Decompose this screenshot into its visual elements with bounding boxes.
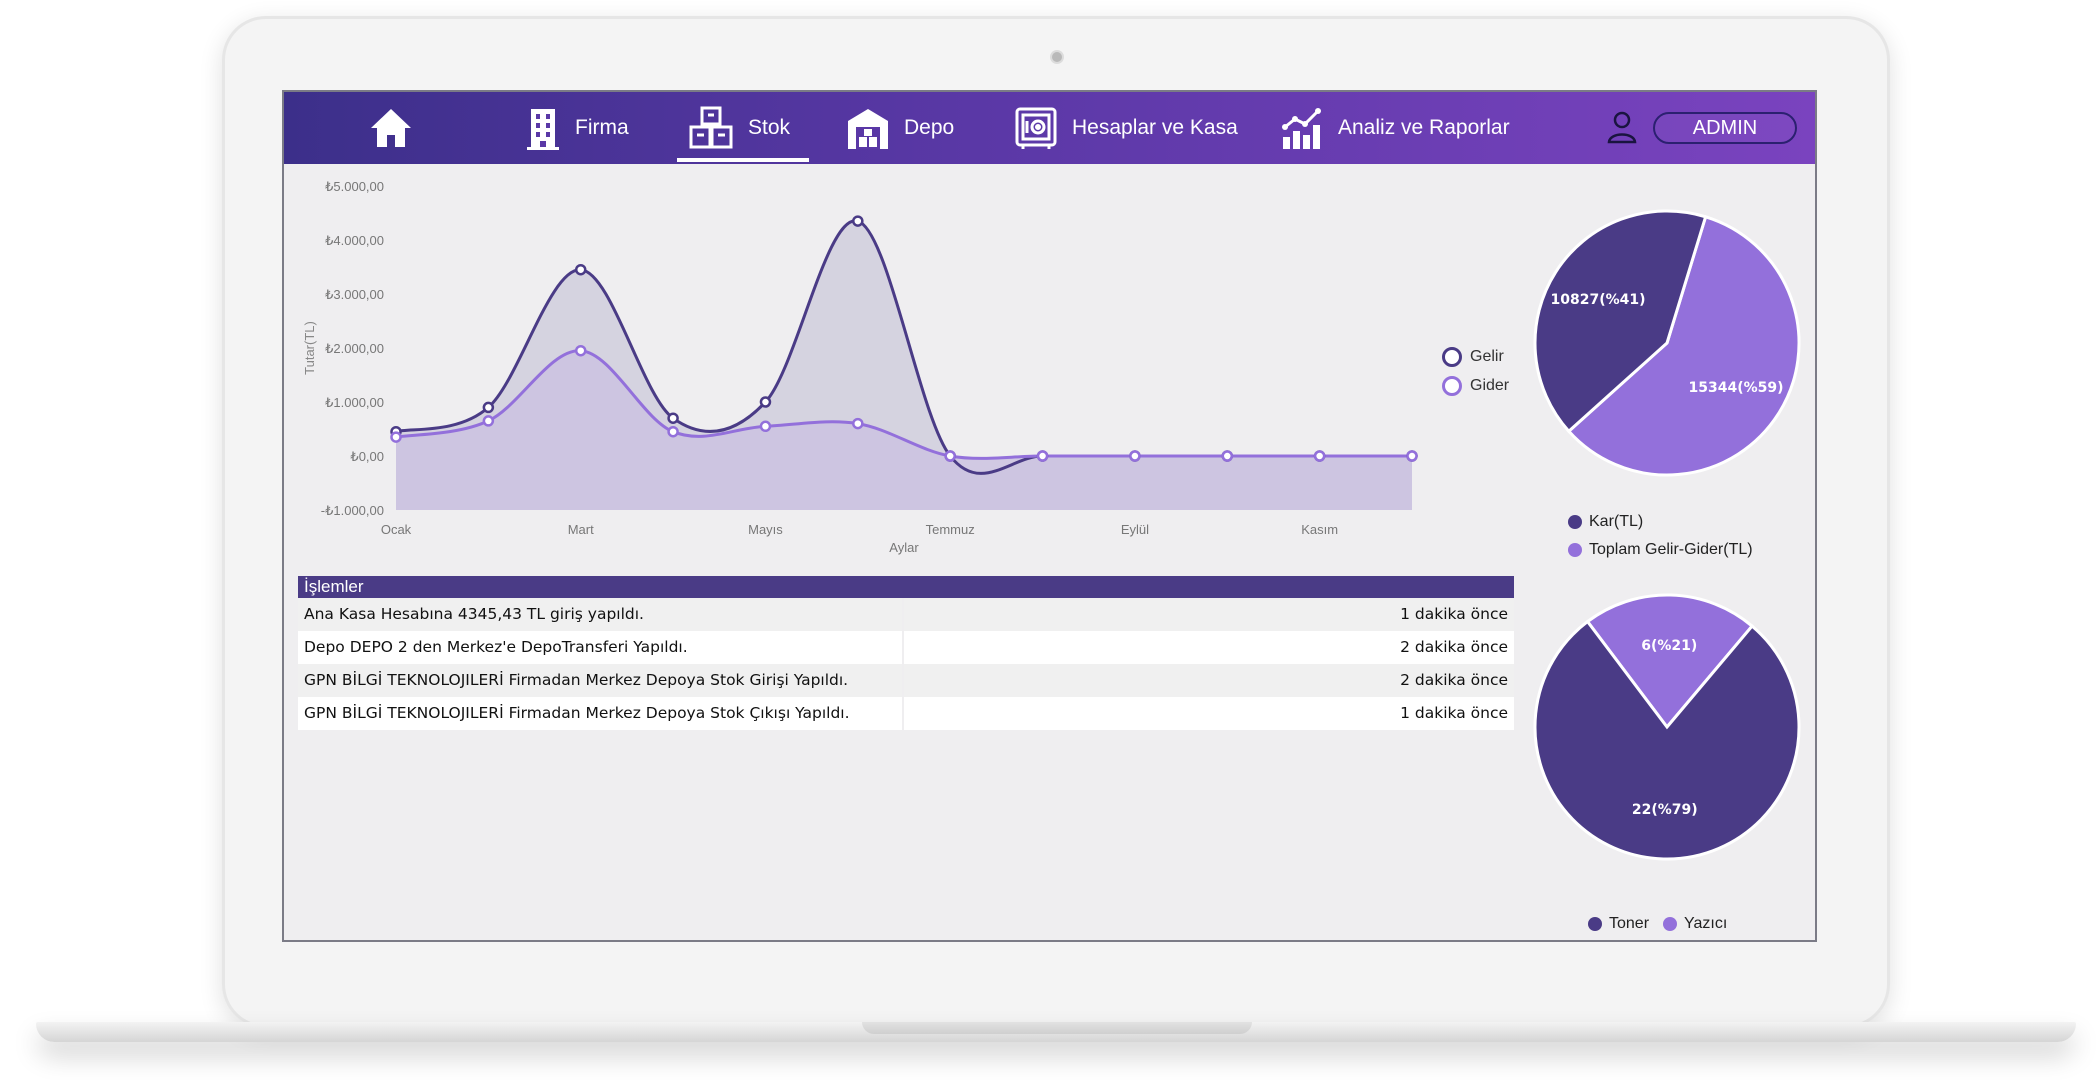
profit-pie-chart: 15344(%59) 10827(%41): [1533, 209, 1801, 477]
boxes-icon: [688, 105, 734, 151]
point-gider: [1313, 450, 1326, 462]
point-gelir: [667, 412, 679, 424]
nav-item-firma[interactable]: Firma: [525, 92, 629, 164]
y-tick-label: ₺1.000,00: [325, 395, 384, 410]
pie-slice-label: 22(%79): [1632, 802, 1698, 818]
y-tick-label: ₺4.000,00: [325, 233, 384, 248]
legend-label-yazici: Yazıcı: [1684, 915, 1728, 932]
pie-slice-label: 15344(%59): [1688, 380, 1783, 396]
pie-slice-label: 6(%21): [1641, 638, 1697, 654]
point-gider: [667, 425, 679, 438]
laptop-hinge: [862, 1022, 1252, 1034]
nav-label-firma: Firma: [575, 116, 629, 139]
point-gider: [1036, 450, 1049, 462]
x-tick-label: Eylül: [1121, 522, 1149, 537]
operations-title: İşlemler: [298, 576, 1514, 598]
x-tick-label: Ocak: [381, 522, 412, 537]
point-gider: [1129, 450, 1141, 462]
point-gider: [574, 344, 587, 357]
home-icon: [368, 105, 414, 151]
admin-button[interactable]: ADMIN: [1653, 112, 1797, 144]
legend-marker-toplam: [1568, 543, 1582, 557]
app-screen: Firma Stok Depo Hesaplar ve Kasa Analiz …: [282, 90, 1817, 942]
warehouse-icon: [846, 105, 890, 151]
profit-pie-legend: Kar(TL) Toplam Gelir-Gider(TL): [1568, 508, 1753, 564]
user-icon[interactable]: [1606, 110, 1638, 149]
point-gider: [944, 450, 956, 462]
nav-item-depo[interactable]: Depo: [846, 92, 954, 164]
y-tick-label: ₺0,00: [350, 449, 384, 464]
income-expense-chart: -₺1.000,00 ₺0,00 ₺1.000,00 ₺2.000,00 ₺3.000,…: [302, 179, 1418, 555]
legend-label-toplam: Toplam Gelir-Gider(TL): [1589, 541, 1753, 558]
operation-text: GPN BİLGİ TEKNOLOJILERİ Firmadan Merkez …: [298, 697, 902, 730]
legend-label-toner: Toner: [1609, 915, 1650, 932]
operations-panel: İşlemler Ana Kasa Hesabına 4345,43 TL gi…: [298, 576, 1514, 730]
safe-icon: [1014, 105, 1058, 151]
point-gider: [482, 415, 495, 427]
point-gider: [759, 420, 772, 433]
y-axis-label: Tutar(TL): [302, 321, 317, 375]
pie-slice-label: 10827(%41): [1550, 292, 1645, 308]
product-pie-legend: Toner Yazıcı: [1588, 910, 1727, 938]
point-gider: [852, 417, 864, 430]
operation-row[interactable]: GPN BİLGİ TEKNOLOJILERİ Firmadan Merkez …: [298, 697, 1514, 730]
point-gider: [1221, 450, 1234, 462]
y-tick-label: -₺1.000,00: [321, 503, 384, 518]
legend-item-yazici[interactable]: Yazıcı: [1663, 910, 1727, 938]
analytics-icon: [1280, 105, 1324, 151]
legend-item-gider[interactable]: Gider: [1442, 371, 1509, 400]
legend-marker-gider: [1442, 375, 1462, 396]
y-tick-label: ₺5.000,00: [325, 179, 384, 194]
operation-row[interactable]: Depo DEPO 2 den Merkez'e DepoTransferi Y…: [298, 631, 1514, 664]
x-tick-label: Kasım: [1301, 522, 1338, 537]
x-tick-label: Mayıs: [748, 522, 783, 537]
nav-item-analiz[interactable]: Analiz ve Raporlar: [1280, 92, 1510, 164]
building-icon: [525, 105, 561, 151]
point-gider: [390, 431, 402, 443]
legend-marker-gelir: [1442, 346, 1462, 367]
x-axis-label: Aylar: [889, 540, 919, 555]
legend-label-gelir: Gelir: [1470, 347, 1504, 365]
legend-item-toplam[interactable]: Toplam Gelir-Gider(TL): [1568, 536, 1753, 564]
point-gelir: [852, 215, 864, 227]
legend-marker-kar: [1568, 515, 1582, 529]
operation-time: 2 dakika önce: [904, 664, 1514, 697]
operation-time: 1 dakika önce: [904, 697, 1514, 730]
legend-marker-toner: [1588, 917, 1602, 931]
point-gider: [1406, 450, 1418, 462]
operation-text: Depo DEPO 2 den Merkez'e DepoTransferi Y…: [298, 631, 902, 664]
legend-label-gider: Gider: [1470, 376, 1510, 394]
product-pie-chart: 6(%21) 22(%79): [1533, 593, 1801, 861]
nav-label-analiz: Analiz ve Raporlar: [1338, 116, 1510, 139]
line-chart-legend: Gelir Gider: [1442, 342, 1509, 400]
legend-item-toner[interactable]: Toner: [1588, 910, 1649, 938]
y-tick-label: ₺2.000,00: [325, 341, 384, 356]
operation-row[interactable]: GPN BİLGİ TEKNOLOJILERİ Firmadan Merkez …: [298, 664, 1514, 697]
operation-text: GPN BİLGİ TEKNOLOJILERİ Firmadan Merkez …: [298, 664, 902, 697]
active-tab-indicator: [677, 158, 809, 162]
operation-time: 2 dakika önce: [904, 631, 1514, 664]
operation-row[interactable]: Ana Kasa Hesabına 4345,43 TL giriş yapıl…: [298, 598, 1514, 631]
point-gelir: [759, 396, 772, 408]
operation-time: 1 dakika önce: [904, 598, 1514, 631]
point-gelir: [574, 263, 587, 276]
point-gelir: [482, 401, 495, 414]
legend-item-kar[interactable]: Kar(TL): [1568, 508, 1753, 536]
legend-marker-yazici: [1663, 917, 1678, 931]
nav-item-hesaplar[interactable]: Hesaplar ve Kasa: [1014, 92, 1238, 164]
x-tick-label: Temmuz: [926, 522, 975, 537]
top-navbar: Firma Stok Depo Hesaplar ve Kasa Analiz …: [284, 92, 1815, 164]
legend-item-gelir[interactable]: Gelir: [1442, 342, 1509, 371]
legend-label-kar: Kar(TL): [1589, 513, 1644, 530]
x-tick-label: Mart: [568, 522, 594, 537]
nav-label-hesaplar: Hesaplar ve Kasa: [1072, 116, 1238, 139]
nav-label-stok: Stok: [748, 116, 791, 139]
operation-text: Ana Kasa Hesabına 4345,43 TL giriş yapıl…: [298, 598, 902, 631]
nav-item-home[interactable]: [368, 92, 414, 164]
y-tick-label: ₺3.000,00: [325, 287, 384, 302]
nav-label-depo: Depo: [904, 116, 955, 139]
nav-item-stok[interactable]: Stok: [688, 92, 790, 164]
camera-dot: [1052, 52, 1062, 62]
